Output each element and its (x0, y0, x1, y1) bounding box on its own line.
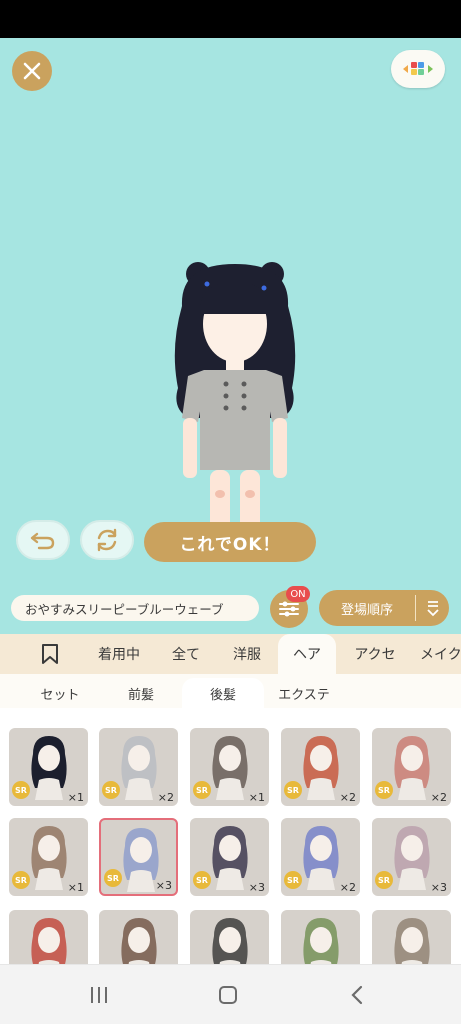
sliders-icon (279, 601, 299, 617)
item-count: ×1 (67, 881, 84, 894)
rarity-badge: SR (375, 781, 393, 799)
recent-apps-button[interactable] (84, 981, 114, 1009)
tab-all[interactable]: 全て (160, 634, 212, 674)
rarity-badge: SR (284, 781, 302, 799)
refresh-icon (97, 528, 117, 552)
item-count: ×1 (67, 791, 84, 804)
hair-preview-image (394, 918, 430, 964)
tab-wearing[interactable]: 着用中 (88, 634, 150, 674)
tab-clothes[interactable]: 洋服 (222, 634, 272, 674)
status-bar (0, 0, 461, 38)
home-icon (219, 986, 237, 1004)
item-grid: SR ×1 SR ×2 SR ×1 SR ×2 SR ×2 SR ×1 SR ×3 SR ×3 SR ×2 SR ×3 (0, 708, 461, 964)
item-count: ×2 (339, 791, 356, 804)
bookmark-icon (42, 644, 58, 664)
item-count: ×3 (155, 879, 172, 892)
tab-hair[interactable]: ヘア (278, 634, 336, 674)
hair-item-card[interactable] (281, 910, 360, 964)
rarity-badge: SR (102, 781, 120, 799)
hair-item-card[interactable]: SR ×2 (372, 728, 451, 806)
close-icon (23, 62, 41, 80)
avatar-stage: これでOK！ (0, 38, 461, 580)
undo-icon (30, 532, 55, 550)
refresh-button[interactable] (80, 520, 134, 560)
hair-preview-image (121, 918, 157, 964)
back-button[interactable] (342, 981, 372, 1009)
hair-item-card[interactable]: SR ×2 (281, 728, 360, 806)
home-button[interactable] (213, 981, 243, 1009)
subtab-extension[interactable]: エクステ (270, 678, 338, 708)
sort-order-button[interactable]: 登場順序 (319, 590, 449, 626)
item-count: ×2 (157, 791, 174, 804)
category-tabs: 着用中 全て 洋服 ヘア アクセ メイク (0, 634, 461, 674)
tab-makeup[interactable]: メイク (420, 634, 461, 674)
subtab-front-hair[interactable]: 前髪 (108, 678, 174, 708)
confirm-ok-button[interactable]: これでOK！ (144, 522, 316, 562)
recent-apps-icon (91, 987, 107, 1003)
sort-label: 登場順序 (340, 602, 393, 618)
color-palette-button[interactable] (391, 50, 445, 88)
hair-item-card[interactable]: SR ×1 (190, 728, 269, 806)
item-count: ×3 (430, 881, 447, 894)
hair-item-card[interactable] (190, 910, 269, 964)
item-count: ×2 (430, 791, 447, 804)
hair-item-card[interactable] (372, 910, 451, 964)
hair-item-card[interactable]: SR ×3 (372, 818, 451, 896)
hair-item-card[interactable]: SR ×2 (281, 818, 360, 896)
subtab-set[interactable]: セット (22, 678, 98, 708)
hair-item-card[interactable]: SR ×1 (9, 818, 88, 896)
rarity-badge: SR (12, 781, 30, 799)
rarity-badge: SR (284, 871, 302, 889)
item-count: ×2 (339, 881, 356, 894)
tab-accessory[interactable]: アクセ (344, 634, 406, 674)
back-icon (351, 985, 363, 1005)
hair-item-card[interactable]: SR ×2 (99, 728, 178, 806)
subtab-back-hair[interactable]: 後髪 (182, 678, 264, 708)
filter-on-badge: ON (286, 586, 310, 602)
rarity-badge: SR (193, 781, 211, 799)
close-button[interactable] (12, 51, 52, 91)
rarity-badge: SR (375, 871, 393, 889)
hair-item-card[interactable] (9, 910, 88, 964)
set-name-label: おやすみスリーピーブルーウェーブ (11, 595, 259, 621)
bookmark-tab[interactable] (30, 634, 70, 674)
avatar-figure (174, 262, 296, 544)
hair-item-card[interactable]: SR ×1 (9, 728, 88, 806)
system-nav-bar (0, 964, 461, 1024)
rarity-badge: SR (12, 871, 30, 889)
hair-item-card[interactable]: SR ×3 (99, 818, 178, 896)
sort-direction-icon[interactable] (416, 599, 449, 617)
hair-subtabs: セット 前髪 後髪 エクステ (0, 674, 461, 708)
undo-button[interactable] (16, 520, 70, 560)
hair-item-card[interactable] (99, 910, 178, 964)
rarity-badge: SR (104, 869, 122, 887)
hair-preview-image (303, 918, 339, 964)
hair-item-card[interactable]: SR ×3 (190, 818, 269, 896)
palette-icon (403, 62, 433, 75)
item-toolbar: おやすみスリーピーブルーウェーブ ON 登場順序 (0, 580, 461, 634)
item-count: ×1 (248, 791, 265, 804)
rarity-badge: SR (193, 871, 211, 889)
hair-preview-image (212, 918, 248, 964)
item-count: ×3 (248, 881, 265, 894)
hair-preview-image (31, 918, 67, 964)
